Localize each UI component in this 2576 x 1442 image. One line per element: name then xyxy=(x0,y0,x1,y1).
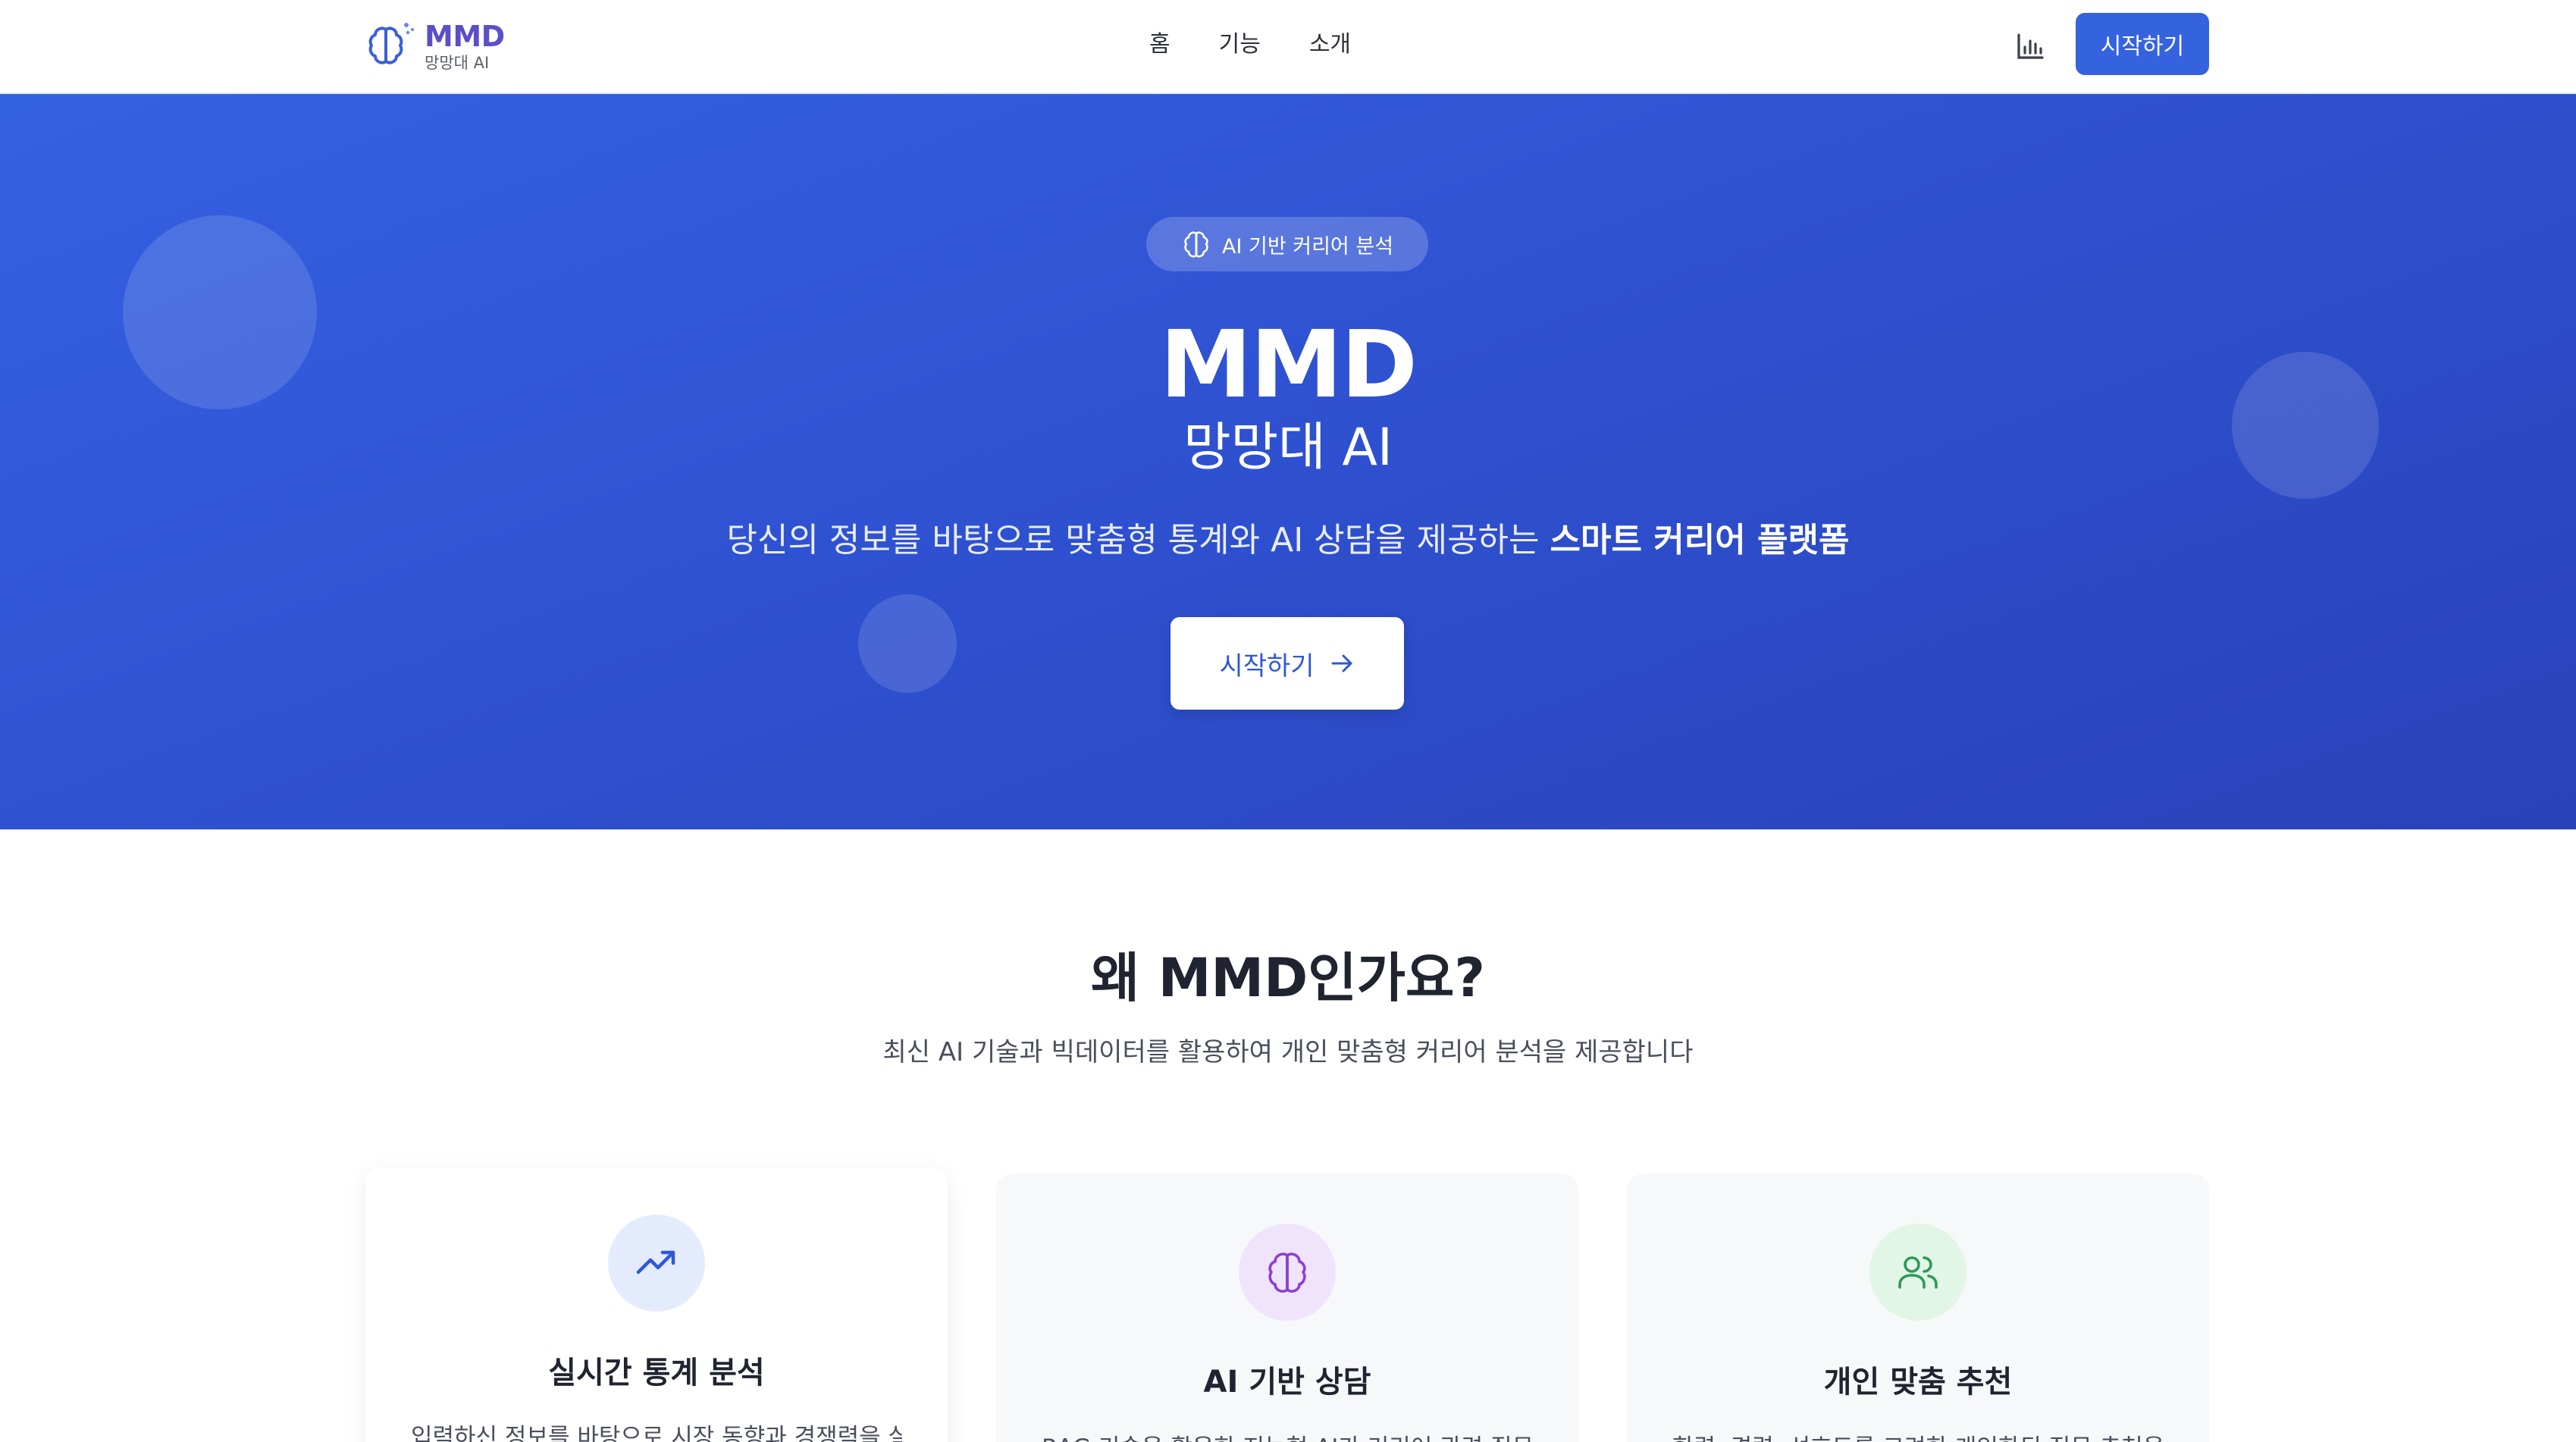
hero-start-button[interactable]: 시작하기 xyxy=(1170,617,1404,710)
feature-card-statistics: 실시간 통계 분석 입력하신 정보를 바탕으로 시장 동향과 경쟁력을 실 xyxy=(365,1168,948,1442)
app-viewport: MMD 망망대 AI 홈 기능 소개 시작하기 AI 기반 커리어 분석 MMD… xyxy=(0,0,2576,1442)
trending-up-icon xyxy=(636,1250,675,1274)
bar-chart-icon xyxy=(2017,33,2044,59)
hero-description-highlight: 스마트 커리어 플랫폼 xyxy=(1550,521,1850,560)
feature-card-description: RAG 기술을 활용한 지능형 AI가 커리어 관련 질문 xyxy=(1042,1428,1533,1442)
top-navbar: MMD 망망대 AI 홈 기능 소개 시작하기 xyxy=(0,0,2576,94)
hero-description-text: 당신의 정보를 바탕으로 맞춤형 통계와 AI 상담을 제공하는 xyxy=(726,521,1550,560)
nav-link-about[interactable]: 소개 xyxy=(1309,26,1351,64)
feature-card-description: 입력하신 정보를 바탕으로 시장 동향과 경쟁력을 실 xyxy=(411,1424,902,1442)
hero-subtitle: 망망대 AI xyxy=(1183,418,1393,478)
brand-logo[interactable]: MMD 망망대 AI xyxy=(362,15,505,77)
main-nav: 홈 기능 소개 xyxy=(1149,26,1351,64)
hero-badge: AI 기반 커리어 분석 xyxy=(1146,217,1428,271)
stats-button[interactable] xyxy=(2007,26,2053,68)
hero-section: AI 기반 커리어 분석 MMD 망망대 AI 당신의 정보를 바탕으로 맞춤형… xyxy=(0,94,2576,829)
nav-link-home[interactable]: 홈 xyxy=(1149,26,1170,64)
feature-icon-wrap xyxy=(1239,1224,1336,1321)
nav-link-features[interactable]: 기능 xyxy=(1219,26,1261,64)
feature-card-title: 개인 맞춤 추천 xyxy=(1823,1365,2013,1400)
features-subtitle: 최신 AI 기술과 빅데이터를 활용하여 개인 맞춤형 커리어 분석을 제공합니… xyxy=(882,1037,1694,1067)
feature-card-recommendation: 개인 맞춤 추천 학력, 경력, 선호도를 고려한 개인화된 직무 추천을 xyxy=(1627,1174,2209,1442)
users-icon xyxy=(1898,1256,1938,1289)
arrow-right-icon xyxy=(1331,654,1352,672)
feature-icon-wrap xyxy=(1869,1224,1966,1321)
start-button-nav[interactable]: 시작하기 xyxy=(2076,13,2209,75)
brand-subtitle: 망망대 AI xyxy=(425,53,490,72)
decorative-circle xyxy=(858,594,957,693)
hero-start-label: 시작하기 xyxy=(1219,651,1315,681)
brain-icon xyxy=(1268,1252,1306,1293)
brand-title: MMD xyxy=(425,19,505,53)
feature-card-description: 학력, 경력, 선호도를 고려한 개인화된 직무 추천을 xyxy=(1672,1428,2164,1442)
hero-description: 당신의 정보를 바탕으로 맞춤형 통계와 AI 상담을 제공하는 스마트 커리어… xyxy=(0,519,2576,562)
brain-icon xyxy=(1184,231,1208,258)
feature-card-title: AI 기반 상담 xyxy=(1203,1365,1371,1400)
brain-sparkle-icon xyxy=(368,23,414,64)
hero-title: MMD xyxy=(1159,311,1418,418)
feature-card-title: 실시간 통계 분석 xyxy=(548,1356,765,1390)
feature-card-ai-consult: AI 기반 상담 RAG 기술을 활용한 지능형 AI가 커리어 관련 질문 xyxy=(996,1174,1578,1442)
hero-badge-label: AI 기반 커리어 분석 xyxy=(1221,234,1394,259)
features-title: 왜 MMD인가요? xyxy=(1091,947,1485,1009)
feature-icon-wrap xyxy=(608,1215,705,1312)
